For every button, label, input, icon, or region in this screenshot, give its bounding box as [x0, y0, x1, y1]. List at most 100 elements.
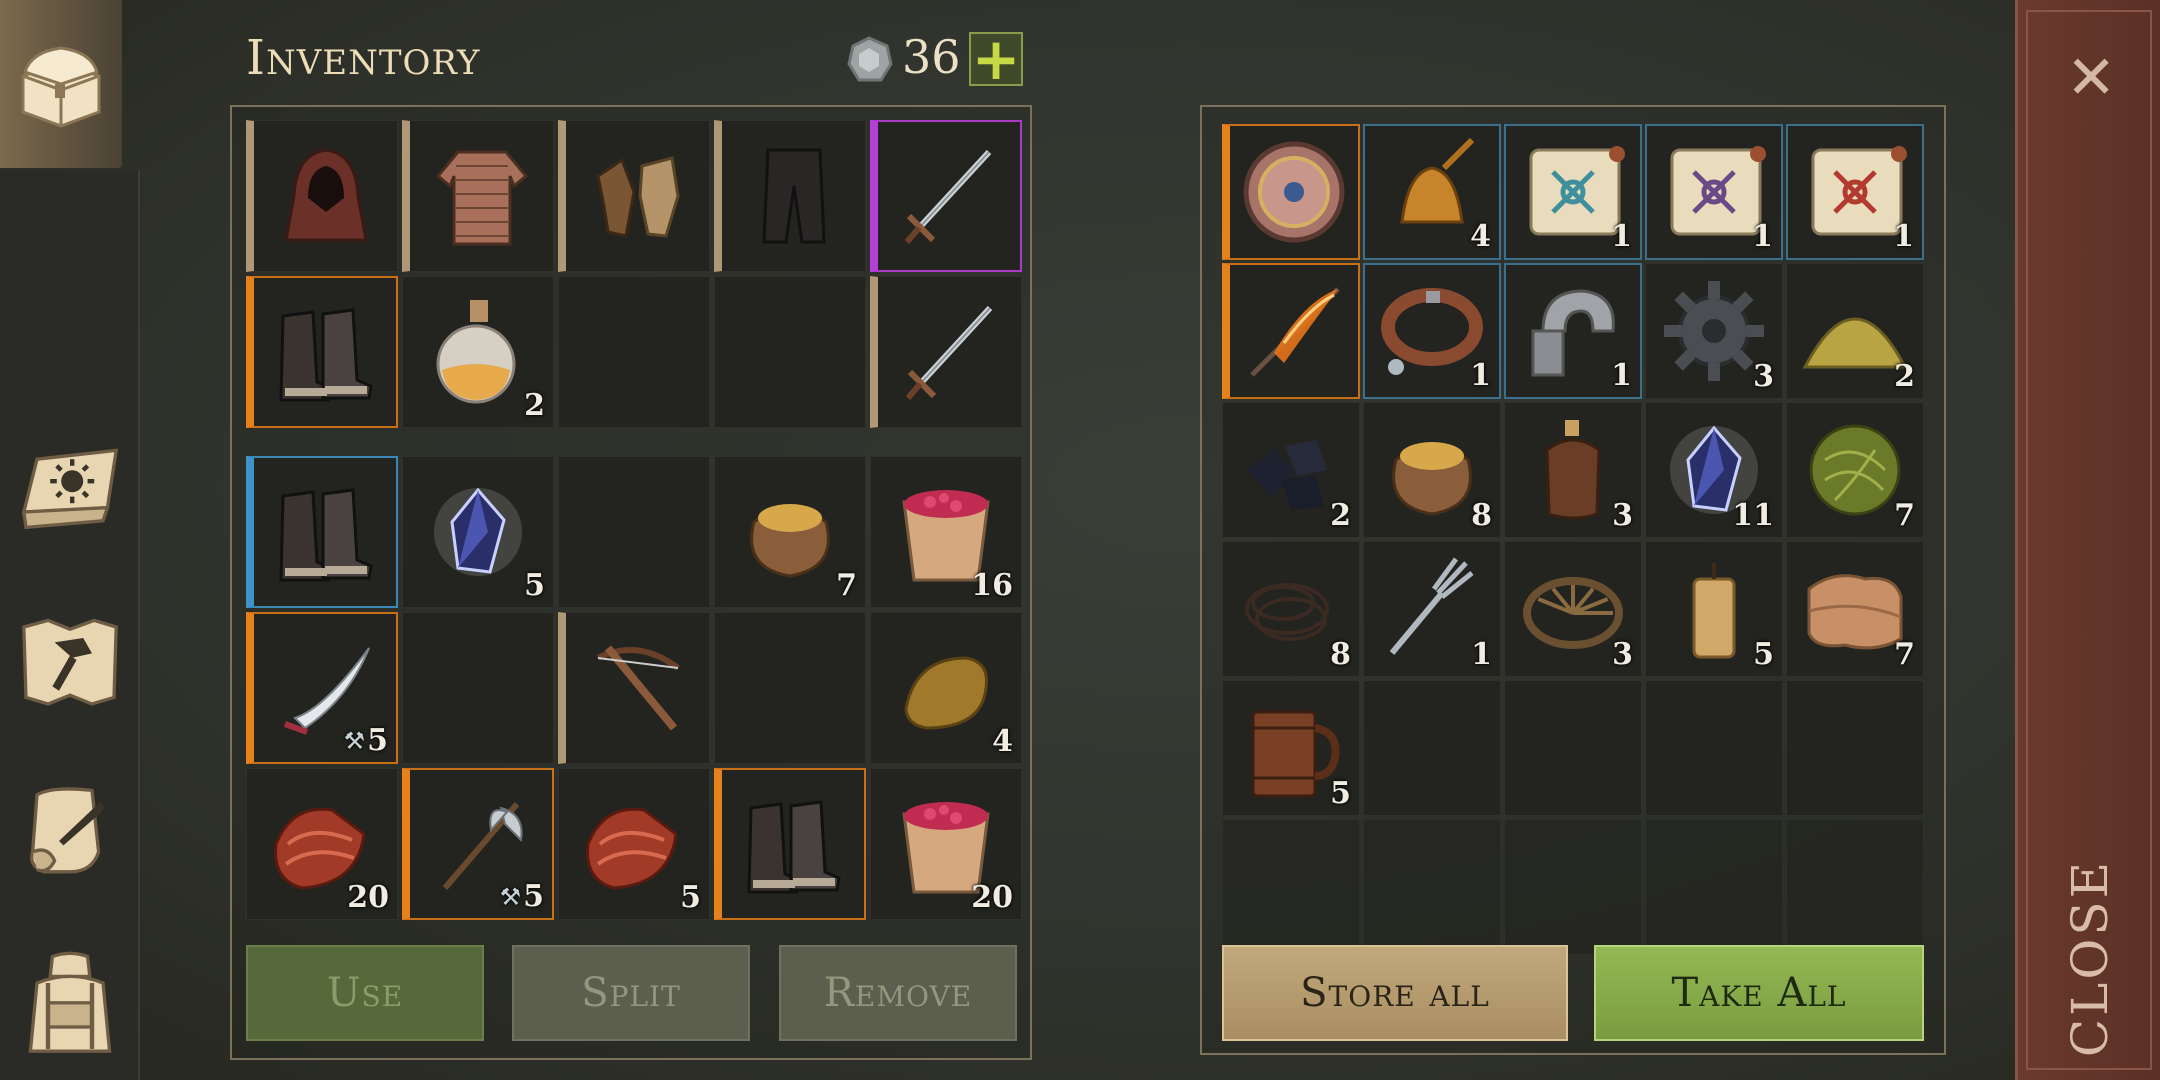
backpack-slot-boots[interactable] — [714, 768, 866, 920]
shield-icon — [1243, 141, 1345, 243]
store-all-button[interactable]: Store all — [1222, 945, 1568, 1041]
empty-slot[interactable] — [1786, 819, 1924, 955]
empty-slot[interactable] — [1222, 819, 1360, 955]
item-count: 7 — [836, 568, 857, 603]
sidebar-item-journal[interactable] — [10, 430, 130, 550]
sidebar-item-backpack[interactable] — [10, 935, 130, 1075]
storage-slot-tankard[interactable]: 5 — [1222, 680, 1360, 816]
meat-icon — [586, 807, 678, 890]
item-count: 1 — [1752, 219, 1773, 254]
storage-slot-bell[interactable]: 4 — [1363, 124, 1501, 260]
backpack-slot-halberd[interactable]: ⚒ 5 — [402, 768, 554, 920]
storage-slot-herb-ball[interactable]: 7 — [1786, 402, 1924, 538]
item-count: 4 — [1470, 219, 1491, 254]
storage-slot-flame-sword[interactable] — [1222, 263, 1360, 399]
empty-slot[interactable] — [558, 456, 710, 608]
durability-icon: ⚒ — [499, 882, 522, 911]
storage-slot-fork[interactable]: 1 — [1363, 541, 1501, 677]
sword-icon — [904, 149, 992, 244]
backpack-slot-scimitar[interactable]: ⚒ 5 — [246, 612, 398, 764]
equipment-slot-chainmail-shirt[interactable] — [402, 120, 554, 272]
storage-slot-candle[interactable]: 5 — [1645, 541, 1783, 677]
backpack-slot-raw-meat[interactable]: 5 — [558, 768, 710, 920]
equipment-slot-pants[interactable] — [714, 120, 866, 272]
durability-value: 5 — [523, 879, 544, 914]
storage-slot-crystal[interactable]: 11 — [1645, 402, 1783, 538]
sidebar-item-crafting[interactable] — [10, 600, 130, 720]
item-count: 3 — [1612, 637, 1633, 672]
sidebar-item-scrolls[interactable] — [10, 770, 130, 890]
storage-slot-coal[interactable]: 2 — [1222, 402, 1360, 538]
close-button[interactable]: CLOSE — [2045, 859, 2135, 1057]
durability-value: 5 — [367, 723, 388, 758]
storage-slot-powder-pile[interactable]: 2 — [1786, 263, 1924, 399]
empty-slot[interactable] — [714, 612, 866, 764]
backpack-slot-leather-boots[interactable] — [246, 456, 398, 608]
storage-slot-scroll-purple[interactable]: 1 — [1645, 124, 1783, 260]
backpack-slot-crossbow[interactable] — [558, 612, 710, 764]
empty-slot[interactable] — [402, 612, 554, 764]
take-all-button[interactable]: Take All — [1594, 945, 1924, 1041]
storage-slot-cloth[interactable]: 7 — [1786, 541, 1924, 677]
durability-count: ⚒ 5 — [344, 723, 388, 758]
item-count: 2 — [524, 388, 545, 423]
storage-slot-grain-sack[interactable]: 8 — [1363, 402, 1501, 538]
empty-slot[interactable] — [1363, 819, 1501, 955]
sidebar-item-chest[interactable] — [0, 0, 122, 168]
item-count: 5 — [680, 880, 701, 915]
item-count: 5 — [1753, 637, 1774, 672]
equipment-slot-potion[interactable]: 2 — [402, 276, 554, 428]
storage-slot-scroll-blue[interactable]: 1 — [1504, 124, 1642, 260]
chest-icon — [21, 46, 101, 128]
empty-slot[interactable] — [558, 276, 710, 428]
loaf-icon — [904, 656, 989, 730]
durability-icon: ⚒ — [343, 726, 366, 755]
storage-slot-gear[interactable]: 3 — [1645, 263, 1783, 399]
add-coins-button[interactable]: + — [969, 30, 1023, 88]
empty-slot[interactable] — [714, 276, 866, 428]
storage-slot-wire[interactable]: 8 — [1222, 541, 1360, 677]
storage-slot-scroll-red[interactable]: 1 — [1786, 124, 1924, 260]
sword-icon — [905, 305, 992, 400]
scroll-quill-icon — [29, 787, 104, 874]
backpack-slot-grain-sack[interactable]: 7 — [714, 456, 866, 608]
empty-slot[interactable] — [1504, 819, 1642, 955]
empty-slot[interactable] — [1645, 680, 1783, 816]
backpack-slot-raw-meat[interactable]: 20 — [246, 768, 398, 920]
crystal-icon — [434, 487, 522, 576]
split-button[interactable]: Split — [512, 945, 750, 1041]
equipment-slot-boots[interactable] — [246, 276, 398, 428]
backpack-slot-bread-loaf[interactable]: 4 — [870, 612, 1022, 764]
item-count: 3 — [1612, 498, 1633, 533]
item-count: 3 — [1753, 359, 1774, 394]
empty-slot[interactable] — [1786, 680, 1924, 816]
storage-slot-collar[interactable]: 1 — [1363, 263, 1501, 399]
empty-slot[interactable] — [1363, 680, 1501, 816]
close-icon[interactable]: ✕ — [2066, 48, 2116, 108]
equipment-slot-sword[interactable] — [870, 276, 1022, 428]
equipment-slot-longsword[interactable] — [870, 120, 1022, 272]
backpack-slot-crystal[interactable]: 5 — [402, 456, 554, 608]
storage-slot-leather-flask[interactable]: 3 — [1504, 402, 1642, 538]
flame-sword-icon — [1250, 287, 1340, 377]
sack-icon — [750, 504, 830, 578]
equipment-slot-hood[interactable] — [246, 120, 398, 272]
boots-icon — [279, 488, 373, 582]
backpack-slot-berry-bucket[interactable]: 16 — [870, 456, 1022, 608]
item-count: 8 — [1330, 637, 1351, 672]
storage-slot-round-shield[interactable] — [1222, 124, 1360, 260]
durability-count: ⚒ 5 — [500, 879, 544, 914]
backpack-slot-berry-bucket[interactable]: 20 — [870, 768, 1022, 920]
equipment-slot-gloves[interactable] — [558, 120, 710, 272]
inventory-title: Inventory — [246, 30, 481, 86]
boots-icon — [747, 800, 841, 894]
sidebar — [0, 0, 140, 1080]
item-count: 11 — [1732, 498, 1774, 533]
use-button[interactable]: Use — [246, 945, 484, 1041]
empty-slot[interactable] — [1504, 680, 1642, 816]
empty-slot[interactable] — [1645, 819, 1783, 955]
item-count: 2 — [1894, 359, 1915, 394]
remove-button[interactable]: Remove — [779, 945, 1017, 1041]
storage-slot-bear-trap[interactable]: 3 — [1504, 541, 1642, 677]
storage-slot-shackle[interactable]: 1 — [1504, 263, 1642, 399]
